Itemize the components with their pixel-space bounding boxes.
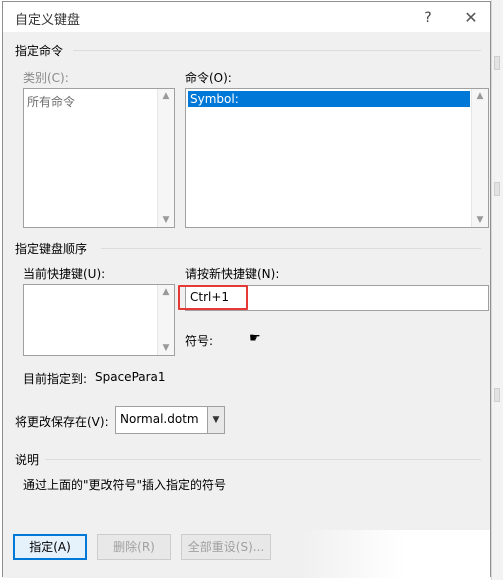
currently-assigned-value: SpacePara1 bbox=[95, 370, 166, 384]
scroll-up-icon[interactable]: ▲ bbox=[158, 287, 174, 297]
customize-keyboard-dialog: 自定义键盘 ? ✕ 指定命令 类别(C): 所有命令 ▲ ▼ 命令(O): Sy… bbox=[2, 1, 491, 578]
remove-button[interactable]: 删除(R) bbox=[97, 534, 171, 560]
commands-listbox[interactable]: Symbol: ▲ ▼ bbox=[185, 88, 489, 228]
scroll-down-icon[interactable]: ▼ bbox=[158, 343, 174, 353]
categories-label: 类别(C): bbox=[23, 71, 69, 85]
save-in-label: 将更改保存在(V): bbox=[15, 415, 109, 429]
symbol-label: 符号: bbox=[185, 334, 214, 348]
current-keys-scrollbar[interactable]: ▲ ▼ bbox=[157, 285, 174, 355]
close-button[interactable]: ✕ bbox=[455, 6, 487, 30]
scroll-down-icon[interactable]: ▼ bbox=[472, 215, 488, 225]
categories-scrollbar[interactable]: ▲ ▼ bbox=[157, 89, 174, 227]
list-item[interactable]: 所有命令 bbox=[27, 93, 75, 110]
description-heading: 说明 bbox=[15, 453, 40, 467]
current-keys-label: 当前快捷键(U): bbox=[23, 267, 106, 281]
background-scroll-thumb bbox=[494, 182, 500, 196]
commands-label: 命令(O): bbox=[185, 71, 232, 85]
list-item-selected[interactable]: Symbol: bbox=[188, 91, 470, 107]
categories-listbox[interactable]: 所有命令 ▲ ▼ bbox=[23, 88, 175, 228]
divider bbox=[73, 50, 481, 51]
commands-scrollbar[interactable]: ▲ ▼ bbox=[471, 89, 488, 227]
dialog-title: 自定义键盘 bbox=[15, 13, 81, 28]
chevron-down-icon[interactable]: ▼ bbox=[207, 407, 224, 433]
assign-button[interactable]: 指定(A) bbox=[13, 534, 87, 560]
divider bbox=[45, 459, 481, 460]
keyboard-sequence-heading: 指定键盘顺序 bbox=[15, 242, 88, 256]
highlight-box bbox=[178, 285, 248, 310]
scroll-up-icon[interactable]: ▲ bbox=[158, 91, 174, 101]
reset-all-button[interactable]: 全部重设(S)... bbox=[181, 534, 271, 560]
pointing-hand-icon: ☛ bbox=[249, 331, 261, 346]
assign-commands-heading: 指定命令 bbox=[15, 44, 64, 58]
background-window-edge bbox=[491, 0, 503, 580]
divider bbox=[101, 248, 481, 249]
new-key-label: 请按新快捷键(N): bbox=[185, 267, 280, 281]
current-keys-listbox[interactable]: ▲ ▼ bbox=[23, 284, 175, 356]
scroll-up-icon[interactable]: ▲ bbox=[472, 91, 488, 101]
save-in-dropdown[interactable]: Normal.dotm ▼ bbox=[115, 406, 225, 434]
title-bar: 自定义键盘 ? ✕ bbox=[3, 2, 490, 32]
watermark-fade bbox=[300, 530, 490, 578]
description-text: 通过上面的"更改符号"插入指定的符号 bbox=[23, 478, 227, 492]
background-scroll-thumb bbox=[494, 388, 500, 402]
currently-assigned-label: 目前指定到: bbox=[23, 372, 88, 386]
save-in-value: Normal.dotm bbox=[120, 412, 199, 426]
scroll-down-icon[interactable]: ▼ bbox=[158, 215, 174, 225]
help-button[interactable]: ? bbox=[413, 7, 443, 29]
background-scroll-thumb bbox=[494, 56, 500, 70]
